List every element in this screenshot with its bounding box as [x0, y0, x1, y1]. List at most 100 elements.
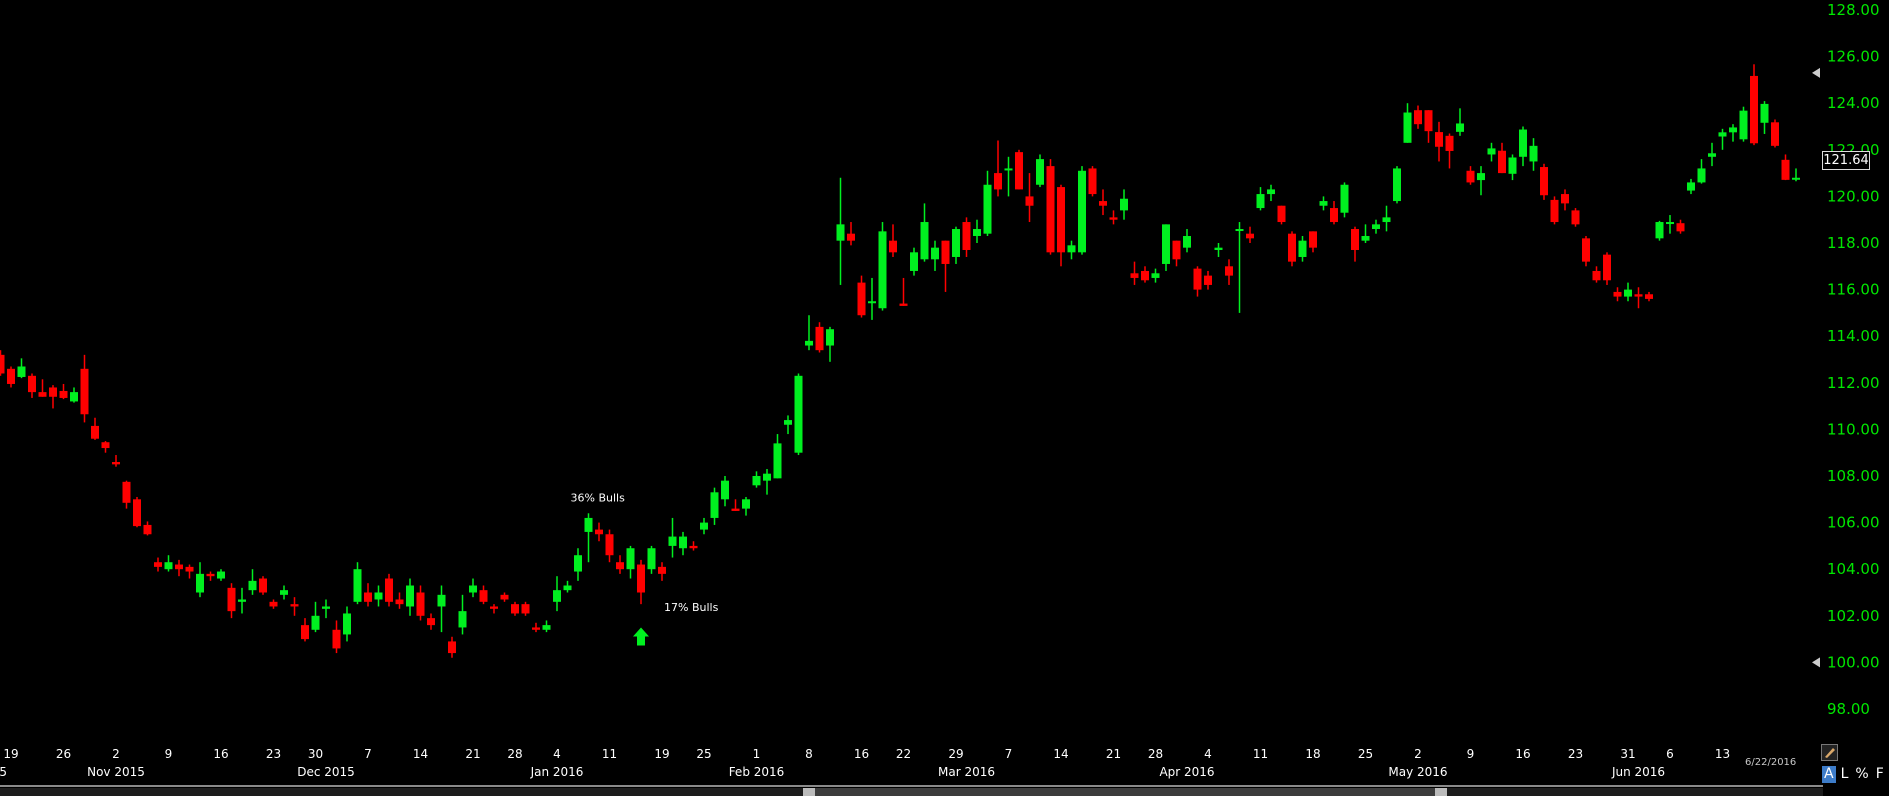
candle-down[interactable]: [0, 350, 5, 376]
candle-down[interactable]: [889, 224, 897, 257]
candle-down[interactable]: [133, 496, 141, 528]
candle-down[interactable]: [1424, 110, 1433, 143]
candle-down[interactable]: [1645, 291, 1653, 302]
candle-down[interactable]: [112, 455, 120, 467]
candle-down[interactable]: [122, 480, 131, 509]
candle-up[interactable]: [668, 517, 677, 558]
candle-up[interactable]: [1666, 215, 1674, 234]
candle-down[interactable]: [1088, 166, 1097, 197]
candle-down[interactable]: [490, 604, 498, 614]
candle-up[interactable]: [584, 513, 593, 563]
candle-up[interactable]: [1624, 282, 1632, 302]
candle-up[interactable]: [70, 387, 78, 403]
candle-up[interactable]: [983, 170, 992, 237]
candle-down[interactable]: [1225, 259, 1233, 285]
candle-up[interactable]: [1078, 166, 1086, 255]
candle-down[interactable]: [616, 555, 624, 574]
candle-down[interactable]: [847, 222, 855, 246]
candle-down[interactable]: [154, 557, 162, 572]
candle-down[interactable]: [1351, 226, 1359, 262]
candle-up[interactable]: [1718, 128, 1727, 150]
candle-up[interactable]: [542, 620, 551, 633]
candle-down[interactable]: [1025, 173, 1034, 223]
candle-up[interactable]: [353, 562, 362, 605]
candle-up[interactable]: [826, 326, 834, 362]
candle-down[interactable]: [511, 601, 519, 616]
candle-down[interactable]: [1561, 189, 1569, 211]
candle-up[interactable]: [343, 606, 351, 642]
candle-up[interactable]: [1067, 240, 1076, 260]
candle-down[interactable]: [1571, 208, 1580, 227]
candle-up[interactable]: [196, 562, 204, 598]
candle-up[interactable]: [1340, 182, 1349, 218]
candle-down[interactable]: [448, 636, 456, 658]
candle-down[interactable]: [1057, 184, 1065, 267]
candle-down[interactable]: [1676, 219, 1685, 234]
candle-up[interactable]: [1319, 196, 1328, 211]
candle-down[interactable]: [385, 573, 393, 607]
candle-down[interactable]: [689, 541, 698, 551]
candle-down[interactable]: [416, 585, 425, 621]
candle-up[interactable]: [437, 585, 446, 633]
candle-down[interactable]: [38, 379, 47, 397]
candle-down[interactable]: [479, 585, 488, 605]
candle-up[interactable]: [952, 226, 960, 264]
candle-down[interactable]: [595, 522, 603, 542]
candle-up[interactable]: [1519, 126, 1527, 167]
candle-up[interactable]: [910, 247, 918, 276]
candle-down[interactable]: [1309, 231, 1317, 253]
candle-up[interactable]: [248, 569, 257, 595]
candle-down[interactable]: [532, 622, 540, 633]
candle-up[interactable]: [752, 471, 761, 488]
price-marker-triangle-icon[interactable]: [1812, 67, 1820, 78]
candlestick-chart[interactable]: 128.00126.00124.00122.00120.00118.00116.…: [0, 0, 1889, 796]
candle-up[interactable]: [1162, 224, 1170, 271]
mode-fit-button[interactable]: F: [1874, 766, 1886, 783]
candle-up[interactable]: [1487, 142, 1496, 162]
scrollbar-thumb[interactable]: [803, 788, 1447, 796]
candle-down[interactable]: [1498, 142, 1506, 174]
candle-down[interactable]: [1204, 270, 1212, 290]
candle-down[interactable]: [1603, 252, 1611, 285]
candle-down[interactable]: [175, 559, 183, 577]
candle-up[interactable]: [1256, 187, 1265, 211]
candle-up[interactable]: [553, 576, 561, 612]
candle-down[interactable]: [605, 529, 614, 563]
candle-up[interactable]: [1036, 154, 1044, 188]
candle-up[interactable]: [710, 487, 719, 525]
candle-up[interactable]: [1655, 220, 1664, 241]
candle-up[interactable]: [1456, 108, 1464, 136]
candle-up[interactable]: [794, 373, 803, 456]
candle-up[interactable]: [1267, 184, 1275, 202]
scrollbar-left-handle[interactable]: [803, 788, 815, 796]
candle-up[interactable]: [238, 587, 246, 614]
candle-up[interactable]: [742, 496, 750, 516]
candle-up[interactable]: [1477, 166, 1485, 196]
candle-up[interactable]: [406, 578, 414, 616]
candle-down[interactable]: [91, 417, 99, 440]
scale-mode-selector[interactable]: A L % F: [1822, 766, 1886, 783]
candle-down[interactable]: [731, 499, 740, 511]
candle-down[interactable]: [1592, 266, 1601, 283]
candle-down[interactable]: [1046, 159, 1055, 255]
candle-up[interactable]: [1120, 189, 1128, 220]
candle-up[interactable]: [920, 203, 929, 262]
candle-down[interactable]: [1435, 121, 1443, 162]
candle-down[interactable]: [49, 385, 57, 409]
candle-up[interactable]: [721, 476, 729, 507]
candle-down[interactable]: [185, 564, 194, 579]
candle-down[interactable]: [1193, 266, 1202, 297]
candle-down[interactable]: [290, 597, 299, 616]
candle-up[interactable]: [1361, 224, 1370, 243]
candle-up[interactable]: [322, 599, 330, 619]
candle-down[interactable]: [1015, 149, 1023, 190]
candle-up[interactable]: [805, 315, 813, 351]
candle-up[interactable]: [574, 548, 582, 581]
candle-down[interactable]: [1582, 236, 1590, 267]
candle-up[interactable]: [1393, 166, 1401, 204]
candle-down[interactable]: [1141, 266, 1149, 283]
candle-up[interactable]: [1708, 142, 1716, 167]
candle-down[interactable]: [59, 383, 68, 400]
mode-log-button[interactable]: L: [1839, 766, 1851, 783]
candle-up[interactable]: [563, 580, 572, 593]
